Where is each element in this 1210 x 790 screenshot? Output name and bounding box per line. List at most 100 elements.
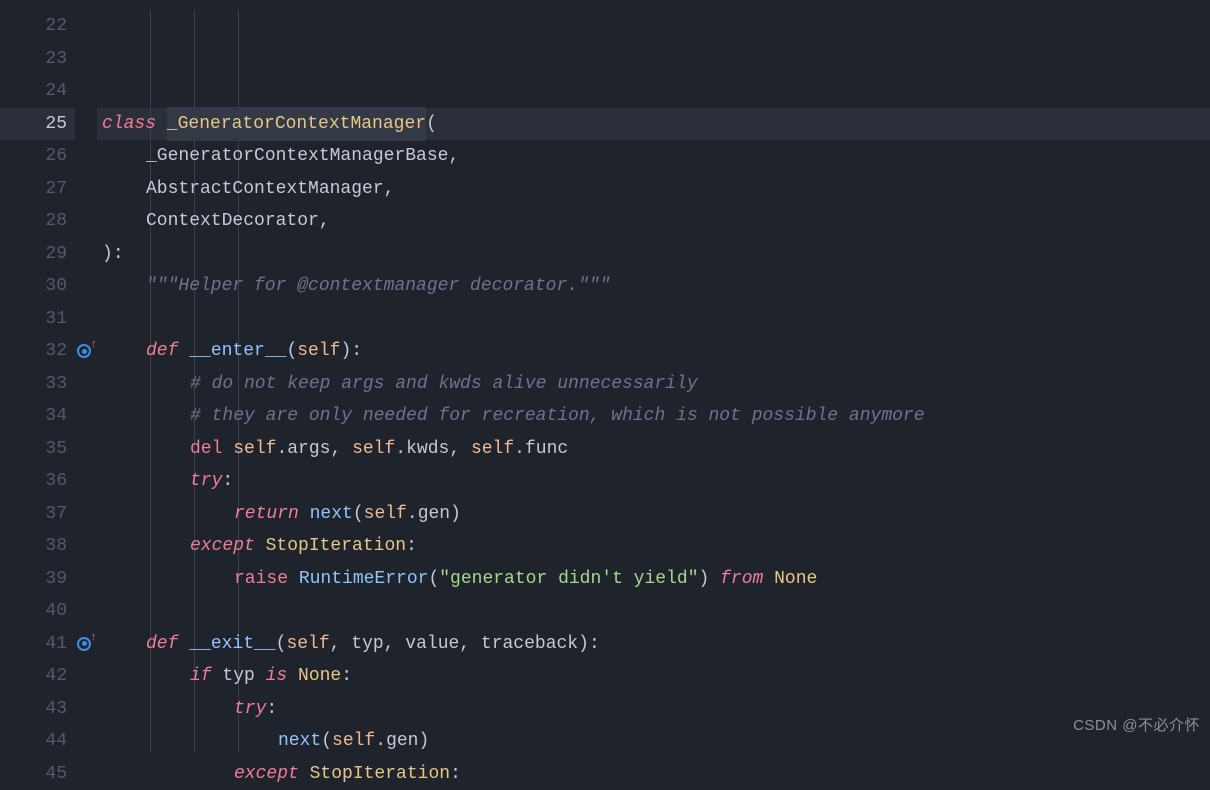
code-token: , [330, 433, 352, 466]
code-line[interactable]: next(self.gen) [97, 725, 1210, 758]
code-token: : [222, 465, 233, 498]
line-number[interactable]: 23 [0, 43, 75, 76]
code-token: ) [450, 498, 461, 531]
code-token: None [298, 660, 341, 693]
code-token: AbstractContextManager [146, 173, 384, 206]
code-token: StopIteration [310, 758, 450, 790]
code-line[interactable]: """Helper for @contextmanager decorator.… [97, 270, 1210, 303]
override-method-icon[interactable]: ↑ [77, 635, 95, 653]
line-number[interactable]: 34 [0, 400, 75, 433]
code-token: , typ, value, traceback [330, 628, 578, 661]
code-token: . [375, 725, 386, 758]
code-token: ( [321, 725, 332, 758]
code-token: ( [353, 498, 364, 531]
code-line[interactable]: ): [97, 238, 1210, 271]
code-token: ContextDecorator [146, 205, 319, 238]
line-number[interactable]: 37 [0, 498, 75, 531]
line-number[interactable]: 25 [0, 108, 75, 141]
line-number[interactable]: 44 [0, 725, 75, 758]
code-token: ) [340, 335, 351, 368]
code-token: try [190, 465, 222, 498]
code-token: from [709, 563, 774, 596]
code-line[interactable]: def __exit__(self, typ, value, traceback… [97, 628, 1210, 661]
code-token: . [407, 498, 418, 531]
code-token: self [297, 335, 340, 368]
code-line[interactable] [97, 43, 1210, 76]
line-number[interactable]: 27 [0, 173, 75, 206]
code-area[interactable]: class _GeneratorContextManager(_Generato… [97, 0, 1210, 752]
override-method-icon[interactable]: ↑ [77, 342, 95, 360]
code-token: : [450, 758, 461, 790]
code-line[interactable]: # they are only needed for recreation, w… [97, 400, 1210, 433]
code-token: args [287, 433, 330, 466]
line-number[interactable]: 43 [0, 693, 75, 726]
code-token: except [190, 530, 266, 563]
code-token: None [774, 563, 817, 596]
line-number[interactable]: 35 [0, 433, 75, 466]
code-line[interactable]: # do not keep args and kwds alive unnece… [97, 368, 1210, 401]
code-token: , [449, 433, 471, 466]
code-token: def [146, 628, 189, 661]
code-token: typ [222, 660, 265, 693]
line-number-gutter[interactable]: 2223242526272829303132333435363738394041… [0, 0, 75, 752]
code-token: , [384, 173, 395, 206]
line-number[interactable]: 30 [0, 270, 75, 303]
line-number[interactable]: 41 [0, 628, 75, 661]
line-number[interactable]: 39 [0, 563, 75, 596]
code-token: """Helper for @contextmanager decorator.… [146, 270, 610, 303]
code-line[interactable]: if typ is None: [97, 660, 1210, 693]
code-line[interactable]: except StopIteration: [97, 530, 1210, 563]
code-token: ) [578, 628, 589, 661]
code-line[interactable]: del self.args, self.kwds, self.func [97, 433, 1210, 466]
code-token: : [341, 660, 352, 693]
code-token: StopIteration [266, 530, 406, 563]
code-token: def [146, 335, 189, 368]
code-token: # do not keep args and kwds alive unnece… [190, 368, 698, 401]
code-line[interactable] [97, 595, 1210, 628]
line-number[interactable]: 24 [0, 75, 75, 108]
code-line[interactable]: except StopIteration: [97, 758, 1210, 790]
code-token: func [525, 433, 568, 466]
line-number[interactable]: 32 [0, 335, 75, 368]
line-number[interactable]: 36 [0, 465, 75, 498]
code-token: ) [418, 725, 429, 758]
line-number[interactable]: 22 [0, 10, 75, 43]
code-token: . [395, 433, 406, 466]
code-line[interactable]: return next(self.gen) [97, 498, 1210, 531]
line-number[interactable]: 26 [0, 140, 75, 173]
code-line[interactable]: _GeneratorContextManagerBase, [97, 140, 1210, 173]
line-number[interactable]: 42 [0, 660, 75, 693]
code-editor[interactable]: 2223242526272829303132333435363738394041… [0, 0, 1210, 752]
line-number[interactable]: 38 [0, 530, 75, 563]
code-token: self [233, 433, 276, 466]
line-number[interactable]: 28 [0, 205, 75, 238]
code-line[interactable] [97, 75, 1210, 108]
code-token: , [448, 140, 459, 173]
code-token: . [514, 433, 525, 466]
code-line[interactable]: ContextDecorator, [97, 205, 1210, 238]
line-number[interactable]: 31 [0, 303, 75, 336]
code-token: : [113, 238, 124, 271]
code-token: except [234, 758, 310, 790]
code-token: ( [426, 108, 437, 141]
code-token: , [319, 205, 330, 238]
code-token: . [276, 433, 287, 466]
code-token: ) [699, 563, 710, 596]
code-line[interactable] [97, 303, 1210, 336]
line-number[interactable]: 45 [0, 758, 75, 790]
code-line[interactable]: try: [97, 693, 1210, 726]
code-token: __exit__ [189, 628, 275, 661]
line-number[interactable]: 33 [0, 368, 75, 401]
code-line[interactable]: raise RuntimeError("generator didn't yie… [97, 563, 1210, 596]
code-line[interactable]: class _GeneratorContextManager( [97, 108, 1210, 141]
code-token: self [352, 433, 395, 466]
code-token: _GeneratorContextManagerBase [146, 140, 448, 173]
line-number[interactable]: 40 [0, 595, 75, 628]
code-line[interactable]: try: [97, 465, 1210, 498]
code-token: ( [286, 335, 297, 368]
code-line[interactable]: def __enter__(self): [97, 335, 1210, 368]
line-number[interactable]: 29 [0, 238, 75, 271]
code-line[interactable] [97, 10, 1210, 43]
code-line[interactable]: AbstractContextManager, [97, 173, 1210, 206]
code-token: RuntimeError [299, 563, 429, 596]
